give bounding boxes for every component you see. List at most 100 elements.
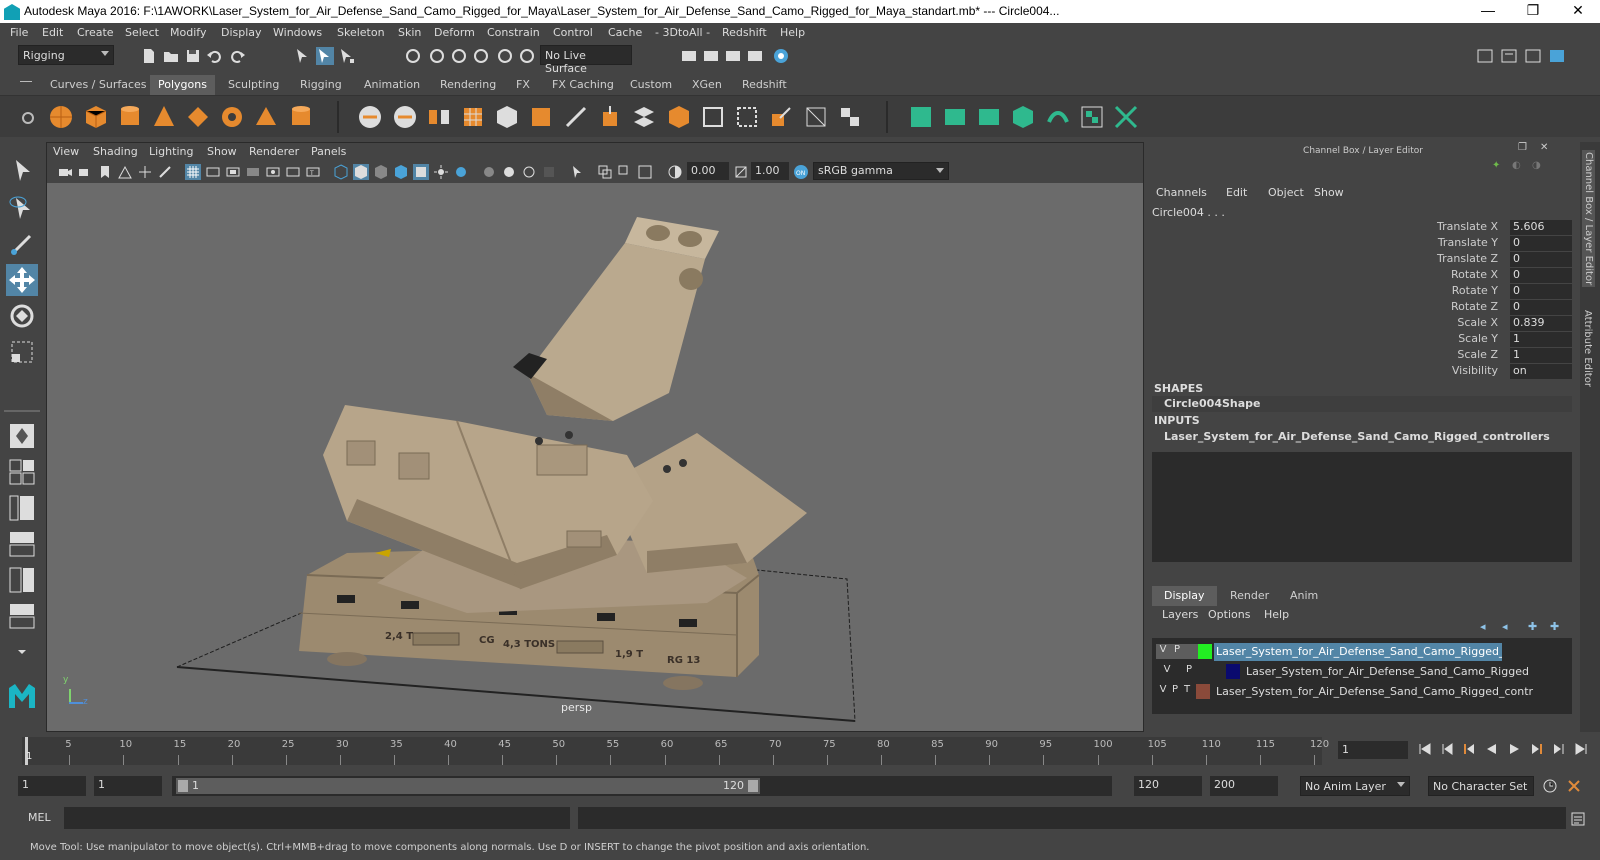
menu-file[interactable]: File (10, 26, 28, 39)
shelf-tab-fx-caching[interactable]: FX Caching (544, 75, 622, 95)
menu-modify[interactable]: Modify (170, 26, 206, 39)
new-scene-icon[interactable] (140, 47, 158, 65)
rotate-tool-icon[interactable] (6, 300, 38, 332)
uv-cut-icon[interactable] (1010, 104, 1036, 130)
time-slider[interactable]: 1 5 10 15 20 25 30 35 40 45 50 55 60 65 70 75 80 85 90 95 1… (0, 735, 1600, 765)
exposure-icon[interactable] (667, 164, 683, 180)
playback-start-field[interactable]: 1 (94, 776, 162, 796)
uv-shell-icon[interactable] (1113, 104, 1139, 130)
shelf-tab-curves-surfaces[interactable]: Curves / Surfaces (42, 75, 155, 95)
gamma-field[interactable]: 1.00 (751, 162, 789, 180)
current-frame-field[interactable]: 1 (1338, 741, 1408, 759)
isolate-select-icon[interactable] (569, 164, 585, 180)
scale-uv-icon[interactable] (768, 104, 794, 130)
shelf-tab-rigging[interactable]: Rigging (292, 75, 350, 95)
poly-cone-icon[interactable] (151, 104, 177, 130)
auto-key-icon[interactable] (1542, 778, 1558, 794)
attr-field-rotate-z[interactable]: 0 (1510, 300, 1572, 315)
shelf-tab-xgen[interactable]: XGen (684, 75, 730, 95)
lasso-tool-icon[interactable] (6, 192, 38, 224)
poly-cube-icon[interactable] (83, 104, 109, 130)
poly-plane-icon[interactable] (185, 104, 211, 130)
insert-edge-loop-icon[interactable] (700, 104, 726, 130)
menu-constrain[interactable]: Constrain (487, 26, 540, 39)
layer-menu-layers[interactable]: Layers (1162, 608, 1198, 621)
gamma-icon[interactable] (733, 164, 749, 180)
xray-active-components-icon[interactable] (617, 164, 633, 180)
attr-field-scale-y[interactable]: 1 (1510, 332, 1572, 347)
multi-cut-icon[interactable] (563, 104, 589, 130)
menu-3dtoall[interactable]: - 3DtoAll - (655, 26, 710, 39)
cb-menu-channels[interactable]: Channels (1156, 186, 1207, 199)
grease-pencil-icon[interactable] (157, 164, 173, 180)
grid-toggle-icon[interactable] (185, 164, 201, 180)
layer-visibility-toggle[interactable]: V (1156, 644, 1170, 659)
redo-icon[interactable] (228, 47, 246, 65)
default-material-icon[interactable] (373, 164, 389, 180)
animation-start-field[interactable]: 1 (18, 776, 86, 796)
exposure-field[interactable]: 0.00 (687, 162, 729, 180)
anim-layer-dropdown[interactable]: No Anim Layer (1300, 776, 1410, 796)
poly-prism-icon[interactable] (253, 104, 279, 130)
attr-field-translate-z[interactable]: 0 (1510, 252, 1572, 267)
offset-edge-loop-icon[interactable] (734, 104, 760, 130)
poly-sphere-icon[interactable] (48, 104, 74, 130)
bookmark-icon[interactable] (97, 164, 113, 180)
smooth-icon[interactable] (460, 104, 486, 130)
menu-select[interactable]: Select (125, 26, 159, 39)
shadows-icon[interactable] (453, 164, 469, 180)
move-layer-down-icon[interactable]: ◂ (1502, 620, 1508, 633)
view-transform-dropdown[interactable]: sRGB gamma (813, 162, 949, 180)
layout-options-icon[interactable] (6, 636, 38, 668)
layer-name[interactable]: Laser_System_for_Air_Defense_Sand_Camo_R… (1244, 663, 1531, 680)
separate-icon[interactable] (392, 104, 418, 130)
layer-row[interactable]: V P T Laser_System_for_Air_Defense_Sand_… (1156, 683, 1568, 701)
shelf-tab-polygons[interactable]: Polygons (150, 75, 215, 95)
layer-name[interactable]: Laser_System_for_Air_Defense_Sand_Camo_R… (1214, 643, 1502, 661)
bridge-icon[interactable] (631, 104, 657, 130)
attr-field-translate-x[interactable]: 5.606 (1510, 220, 1572, 235)
wireframe-on-shaded-icon[interactable] (393, 164, 409, 180)
attr-field-rotate-x[interactable]: 0 (1510, 268, 1572, 283)
layer-name[interactable]: Laser_System_for_Air_Defense_Sand_Camo_R… (1214, 683, 1535, 700)
four-view-layout-icon[interactable] (6, 456, 38, 488)
shelf-menu-icon[interactable] (20, 81, 32, 82)
maximize-button[interactable]: ❐ (1515, 2, 1551, 20)
attribute-editor-toggle-icon[interactable] (1500, 47, 1518, 65)
cb-menu-edit[interactable]: Edit (1226, 186, 1247, 199)
uv-unfold-icon[interactable] (942, 104, 968, 130)
panel-menu-panels[interactable]: Panels (311, 145, 346, 158)
menu-display[interactable]: Display (221, 26, 262, 39)
select-components-icon[interactable] (338, 47, 356, 65)
image-plane-icon[interactable] (117, 164, 133, 180)
go-to-end-icon[interactable] (1574, 742, 1588, 756)
layer-tab-render[interactable]: Render (1218, 586, 1281, 606)
combine-icon[interactable] (357, 104, 383, 130)
shelf-settings-gear-icon[interactable] (20, 110, 36, 126)
layer-template-toggle[interactable]: T (1180, 684, 1194, 699)
bevel-icon[interactable] (666, 104, 692, 130)
layer-tab-anim[interactable]: Anim (1278, 586, 1330, 606)
character-set-dropdown[interactable]: No Character Set (1428, 776, 1534, 796)
safe-action-icon[interactable] (285, 164, 301, 180)
go-to-start-icon[interactable] (1418, 742, 1432, 756)
snap-point-icon[interactable] (450, 47, 468, 65)
uv-layout-panel-icon[interactable] (6, 600, 38, 632)
mirror-icon[interactable] (426, 104, 452, 130)
scale-tool-icon[interactable] (6, 336, 38, 368)
shelf-tab-sculpting[interactable]: Sculpting (220, 75, 288, 95)
tool-settings-toggle-icon[interactable] (1524, 47, 1542, 65)
shelf-tab-fx[interactable]: FX (508, 75, 538, 95)
side-tab-attribute-editor[interactable]: Attribute Editor (1582, 310, 1593, 387)
panel-menu-show[interactable]: Show (207, 145, 237, 158)
field-chart-icon[interactable] (265, 164, 281, 180)
wireframe-icon[interactable] (333, 164, 349, 180)
render-settings-icon[interactable] (746, 47, 764, 65)
two-d-pan-zoom-icon[interactable] (137, 164, 153, 180)
perspective-viewport[interactable]: 2,4 T CG 4,3 TONS 1,9 T RG 13 y z persp (47, 183, 1143, 731)
range-slider-handle[interactable]: 1 120 (176, 778, 760, 794)
attr-field-translate-y[interactable]: 0 (1510, 236, 1572, 251)
move-layer-up-icon[interactable]: ◂ (1480, 620, 1486, 633)
poly-torus-icon[interactable] (219, 104, 245, 130)
animation-preferences-icon[interactable] (1566, 778, 1582, 794)
